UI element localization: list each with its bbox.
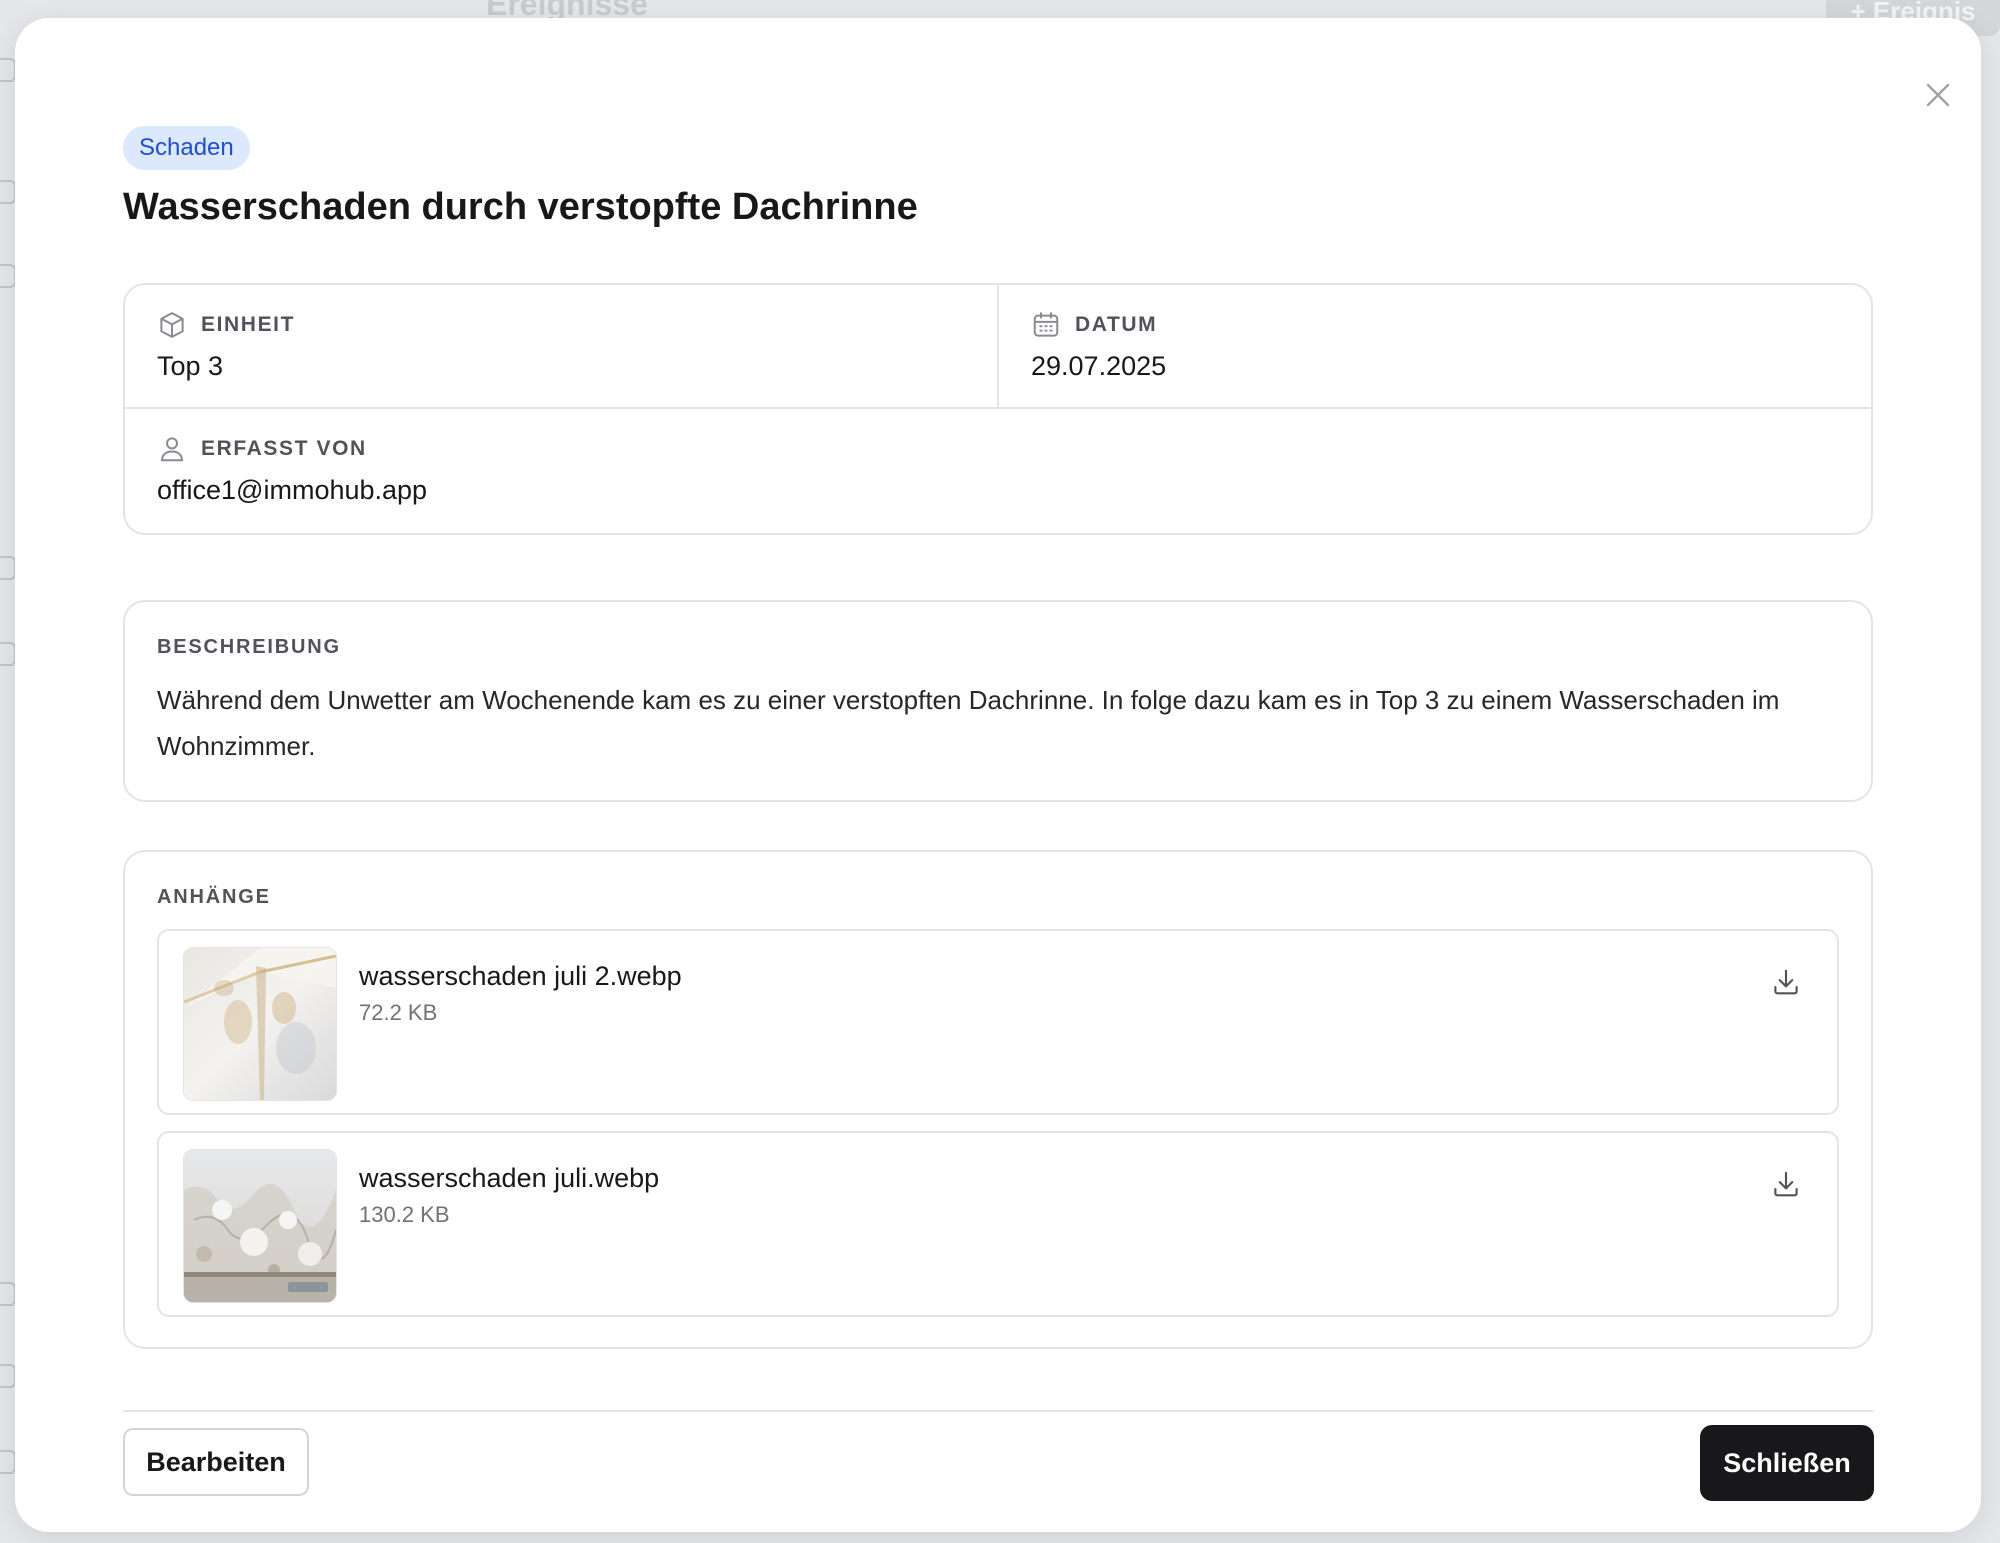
event-meta-card: EINHEIT Top 3 DATUM 29.07.2025 ERFASST V…: [123, 283, 1873, 535]
close-button[interactable]: Schließen: [1700, 1425, 1874, 1501]
event-detail-dialog: Schaden Wasserschaden durch verstopfte D…: [15, 18, 1981, 1532]
attachment-item[interactable]: wasserschaden juli 2.webp 72.2 KB: [157, 929, 1839, 1115]
meta-unit-value: Top 3: [157, 351, 224, 381]
attachment-name: wasserschaden juli.webp: [359, 1163, 660, 1193]
footer-divider: [123, 1410, 1873, 1412]
attachment-item[interactable]: wasserschaden juli.webp 130.2 KB: [157, 1131, 1839, 1317]
attachments-label: ANHÄNGE: [157, 886, 271, 908]
close-dialog-button[interactable]: [1913, 70, 1963, 120]
meta-recorded-by-label: ERFASST VON: [201, 437, 367, 460]
meta-unit: EINHEIT Top 3: [125, 285, 999, 409]
attachment-size: 72.2 KB: [359, 1000, 438, 1025]
meta-date-label: DATUM: [1075, 313, 1158, 336]
dialog-title: Wasserschaden durch verstopfte Dachrinne: [123, 186, 918, 228]
user-icon: [160, 437, 184, 462]
calendar-icon: [1033, 312, 1059, 337]
download-button[interactable]: [1765, 1163, 1807, 1205]
download-icon: [1774, 1171, 1798, 1197]
attachment-name: wasserschaden juli 2.webp: [359, 961, 682, 991]
description-label: BESCHREIBUNG: [157, 636, 341, 658]
cube-icon: [160, 312, 184, 338]
background-sidebar: [0, 0, 16, 1543]
attachments-card: ANHÄNGE wasserschaden juli 2.webp 72.2 K…: [123, 850, 1873, 1349]
attachment-thumbnail[interactable]: [183, 947, 337, 1101]
meta-recorded-by-value: office1@immohub.app: [157, 475, 428, 505]
download-icon: [1774, 969, 1798, 995]
meta-date: DATUM 29.07.2025: [999, 285, 1871, 409]
edit-button[interactable]: Bearbeiten: [123, 1428, 309, 1496]
background-nav-icon: [0, 556, 16, 580]
category-badge: Schaden: [123, 126, 250, 170]
download-button[interactable]: [1765, 961, 1807, 1003]
background-nav-icon: [0, 642, 16, 666]
background-nav-icon: [0, 180, 16, 204]
meta-recorded-by: ERFASST VON office1@immohub.app: [125, 409, 1871, 533]
background-home-icon: [0, 58, 16, 82]
background-account-icon: [0, 1450, 16, 1474]
background-nav-icon: [0, 264, 16, 288]
close-icon: [1926, 83, 1950, 107]
meta-unit-label: EINHEIT: [201, 313, 296, 336]
background-settings-icon: [0, 1282, 16, 1306]
attachment-list: wasserschaden juli 2.webp 72.2 KB wasser…: [157, 929, 1839, 1317]
attachment-thumbnail[interactable]: [183, 1149, 337, 1303]
background-help-icon: [0, 1364, 16, 1388]
description-card: BESCHREIBUNG Während dem Unwetter am Woc…: [123, 600, 1873, 802]
attachment-size: 130.2 KB: [359, 1202, 450, 1227]
meta-date-value: 29.07.2025: [1031, 351, 1167, 381]
description-text: Während dem Unwetter am Wochenende kam e…: [157, 685, 1780, 761]
